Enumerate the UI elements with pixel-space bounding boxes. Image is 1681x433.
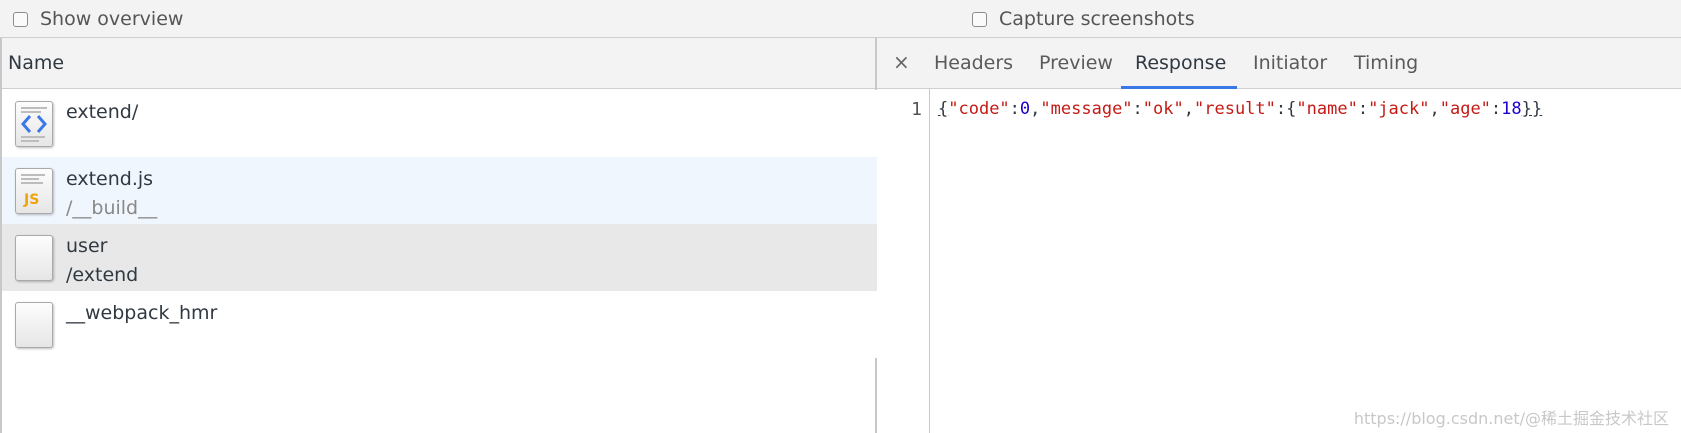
active-tab-indicator xyxy=(1121,86,1237,89)
show-overview-label: Show overview xyxy=(40,8,184,30)
code-brace: { xyxy=(938,99,949,119)
code-string: "jack" xyxy=(1368,99,1430,119)
watermark: https://blog.csdn.net/@稀土掘金技术社区 xyxy=(1353,409,1669,428)
capture-screenshots-label: Capture screenshots xyxy=(999,8,1195,30)
request-row[interactable]: __webpack_hmr xyxy=(2,291,877,358)
code-brace: { xyxy=(1286,99,1297,119)
request-name: user xyxy=(66,235,108,257)
code-brace: }} xyxy=(1521,99,1543,119)
detail-tabs: × Headers Preview Response Initiator Tim… xyxy=(877,38,1681,89)
tab-headers[interactable]: Headers xyxy=(934,52,1013,74)
blank-file-icon xyxy=(15,302,53,348)
network-toolbar: Show overview Capture screenshots xyxy=(0,0,1681,38)
tab-preview[interactable]: Preview xyxy=(1039,52,1113,74)
code-number: 18 xyxy=(1501,99,1522,119)
close-icon[interactable]: × xyxy=(893,50,910,74)
html-doc-icon xyxy=(15,101,53,147)
request-row-selected[interactable]: user /extend xyxy=(2,224,877,291)
request-row[interactable]: extend/ xyxy=(2,90,877,157)
code-key: "result" xyxy=(1194,99,1276,119)
request-name: extend.js xyxy=(66,168,154,190)
js-file-icon: JS xyxy=(15,168,53,214)
line-number-gutter: 1 xyxy=(877,89,930,433)
name-column-header[interactable]: Name xyxy=(2,38,875,89)
response-body[interactable]: {"code":0,"message":"ok","result":{"name… xyxy=(938,99,1542,119)
request-name: __webpack_hmr xyxy=(66,302,218,324)
request-name: extend/ xyxy=(66,101,139,123)
tab-timing[interactable]: Timing xyxy=(1354,52,1418,74)
code-key: "name" xyxy=(1296,99,1358,119)
blank-file-icon xyxy=(15,235,53,281)
code-key: "code" xyxy=(948,99,1010,119)
code-number: 0 xyxy=(1019,99,1031,119)
capture-screenshots-checkbox[interactable]: Capture screenshots xyxy=(972,8,1195,30)
show-overview-checkbox[interactable]: Show overview xyxy=(13,8,183,30)
requests-panel: Name extend/ JS extend.js /__build__ use… xyxy=(0,38,877,433)
request-path: /__build__ xyxy=(66,197,158,219)
request-detail-panel: × Headers Preview Response Initiator Tim… xyxy=(877,38,1681,433)
svg-text:JS: JS xyxy=(23,192,39,208)
code-string: "ok" xyxy=(1142,99,1184,119)
line-number: 1 xyxy=(911,99,922,120)
code-key: "age" xyxy=(1439,99,1491,119)
request-row[interactable]: JS extend.js /__build__ xyxy=(2,157,877,224)
tab-initiator[interactable]: Initiator xyxy=(1253,52,1327,74)
code-key: "message" xyxy=(1040,99,1133,119)
request-path: /extend xyxy=(66,264,139,286)
checkbox-box[interactable] xyxy=(13,11,28,27)
tab-response[interactable]: Response xyxy=(1135,52,1226,74)
checkbox-box[interactable] xyxy=(972,11,987,27)
